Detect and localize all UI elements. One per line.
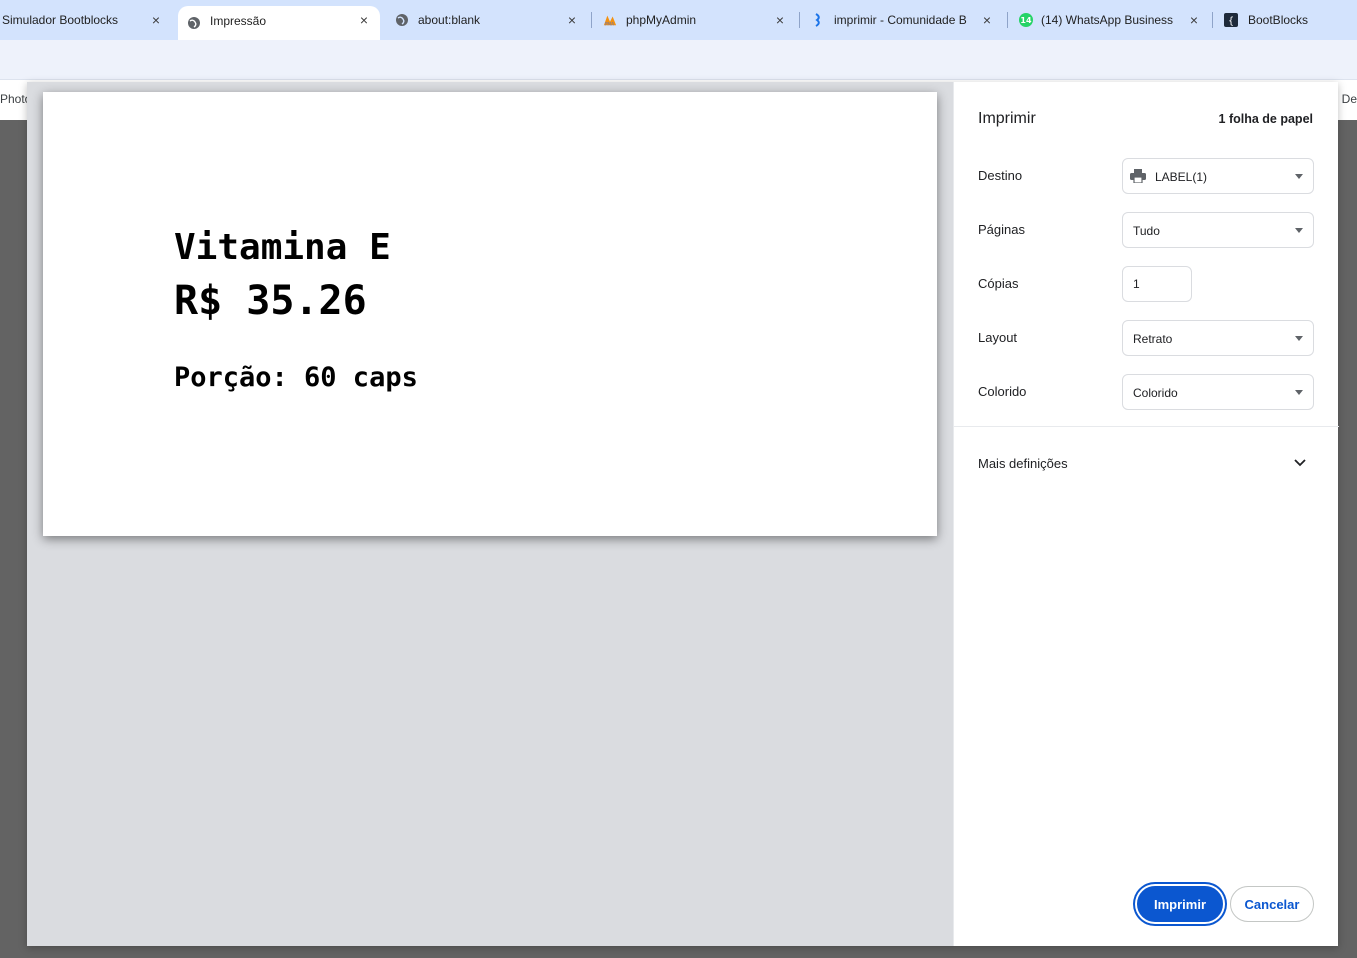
community-icon [811,13,825,27]
color-select[interactable]: Colorido [1122,374,1314,410]
copies-label: Cópias [978,276,1019,291]
dropdown-arrow-icon [1295,390,1303,395]
layout-label: Layout [978,330,1018,345]
destination-select[interactable]: LABEL(1) [1122,158,1314,194]
cancel-button[interactable]: Cancelar [1230,886,1314,922]
close-icon[interactable]: × [564,12,580,28]
close-icon[interactable]: × [148,12,164,28]
tab-whatsapp-business[interactable]: 14 (14) WhatsApp Business × [1009,0,1211,40]
svg-text:{: { [1228,16,1234,27]
tab-title: about:blank [418,13,481,27]
print-dialog: Vitamina E R$ 35.26 Porção: 60 caps Impr… [27,82,1339,946]
product-price: R$ 35.26 [174,278,367,324]
copies-input[interactable] [1122,266,1192,302]
tab-separator [1212,12,1213,28]
color-label: Colorido [978,384,1027,399]
pages-label: Páginas [978,222,1025,237]
tab-title: BootBlocks [1248,13,1309,27]
whatsapp-icon: 14 [1018,12,1034,28]
close-icon[interactable]: × [979,12,995,28]
tab-title: (14) WhatsApp Business [1041,13,1174,27]
tab-strip: Simulador Bootblocks × Impressão × about… [0,0,1357,40]
tab-simulador-bootblocks[interactable]: Simulador Bootblocks × [0,0,170,40]
dialog-title: Imprimir [978,110,1036,127]
sheet-count: 1 folha de papel [1218,112,1313,126]
pages-value: Tudo [1133,224,1160,238]
close-icon[interactable]: × [1186,12,1202,28]
more-settings-toggle[interactable]: Mais definições [978,456,1068,471]
tab-impressao[interactable]: Impressão × [178,6,380,40]
color-value: Colorido [1133,386,1178,400]
divider [954,426,1339,427]
print-preview-area: Vitamina E R$ 35.26 Porção: 60 caps [27,82,953,946]
dropdown-arrow-icon [1295,336,1303,341]
preview-page: Vitamina E R$ 35.26 Porção: 60 caps [43,92,937,536]
tab-imprimir-comunidade[interactable]: imprimir - Comunidade B × [802,0,1007,40]
tab-separator [1007,12,1008,28]
print-settings-panel: Imprimir 1 folha de papel Destino LABEL(… [953,82,1339,946]
dropdown-arrow-icon [1295,174,1303,179]
destination-value: LABEL(1) [1155,170,1208,184]
phpmyadmin-icon: PMA [603,13,617,27]
svg-text:PMA: PMA [605,21,614,27]
svg-text:14: 14 [1020,16,1032,25]
close-icon[interactable]: × [772,12,788,28]
globe-icon [395,13,409,27]
tab-separator [591,12,592,28]
dropdown-arrow-icon [1295,228,1303,233]
chevron-down-icon[interactable] [1292,454,1308,470]
browser-toolbar [0,40,1357,80]
destination-label: Destino [978,168,1023,183]
tab-phpmyadmin[interactable]: PMA phpMyAdmin × [594,0,799,40]
globe-icon [187,16,201,30]
tab-bootblocks[interactable]: { BootBlocks [1214,0,1357,40]
tab-title: Impressão [210,14,267,28]
tab-title: phpMyAdmin [626,13,697,27]
tab-title: Simulador Bootblocks [2,13,119,27]
product-portion: Porção: 60 caps [174,362,418,393]
pages-select[interactable]: Tudo [1122,212,1314,248]
tab-title: imprimir - Comunidade B [834,13,967,27]
layout-select[interactable]: Retrato [1122,320,1314,356]
close-icon[interactable]: × [356,12,372,28]
product-name: Vitamina E [174,227,391,268]
tab-separator [799,12,800,28]
bookmark-item[interactable]: De [1342,92,1357,106]
bootblocks-icon: { [1223,12,1239,28]
layout-value: Retrato [1133,332,1173,346]
print-button[interactable]: Imprimir [1137,886,1223,922]
printer-icon [1130,169,1146,184]
tab-about-blank[interactable]: about:blank × [386,0,591,40]
